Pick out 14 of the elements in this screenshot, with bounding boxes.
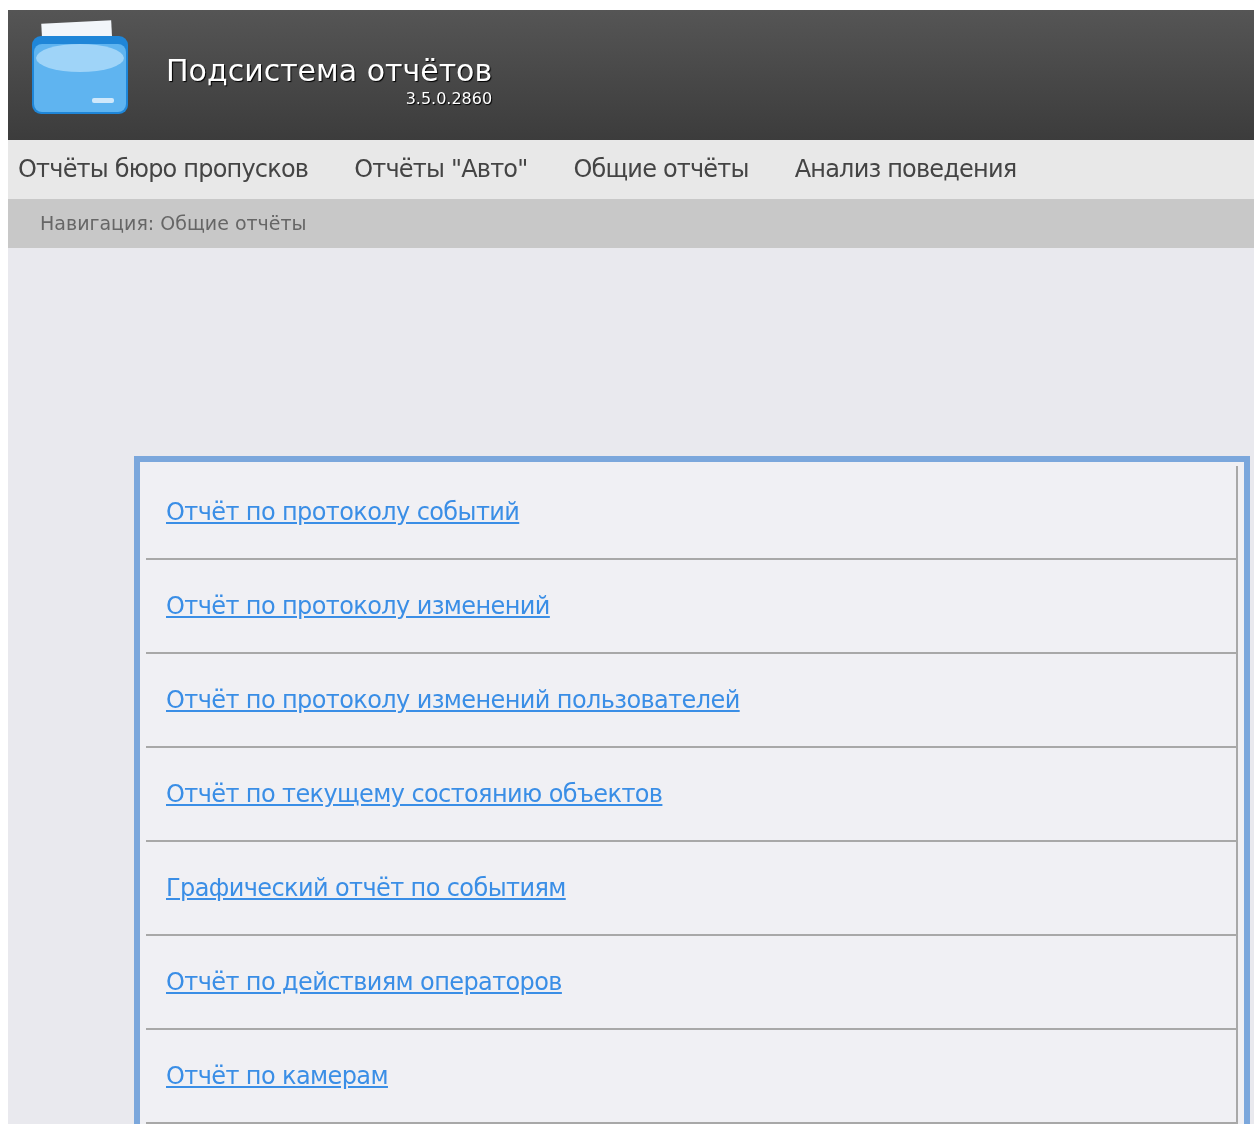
app-title: Подсистема отчётов: [166, 54, 493, 87]
report-link[interactable]: Отчёт по камерам: [166, 1058, 388, 1094]
report-link[interactable]: Графический отчёт по событиям: [166, 870, 566, 906]
report-link[interactable]: Отчёт по текущему состоянию объектов: [166, 776, 663, 812]
report-link[interactable]: Отчёт по действиям операторов: [166, 964, 562, 1000]
report-link[interactable]: Отчёт по протоколу изменений: [166, 588, 550, 624]
version-label: 3.5.0.2860: [404, 88, 493, 110]
report-link[interactable]: Отчёт по протоколу изменений пользователей: [166, 682, 740, 718]
menu-link[interactable]: Общие отчёты: [573, 151, 749, 188]
breadcrumb: Навигация: Общие отчёты: [40, 211, 307, 237]
menu-link[interactable]: Отчёты бюро пропусков: [18, 151, 309, 188]
menu-link[interactable]: Анализ поведения: [794, 151, 1017, 188]
report-link[interactable]: Отчёт по протоколу событий: [166, 494, 520, 530]
menu-link[interactable]: Отчёты "Авто": [354, 151, 528, 188]
